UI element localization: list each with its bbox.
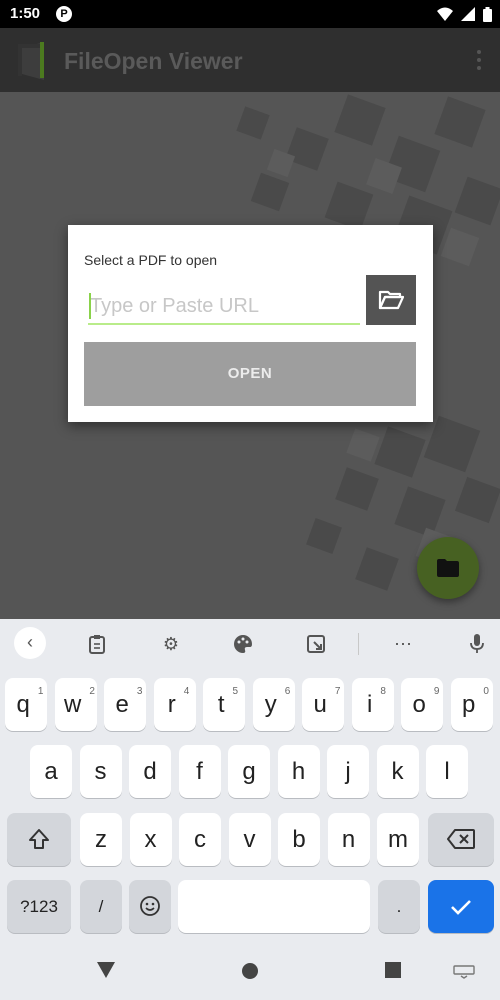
key-a[interactable]: a (30, 745, 72, 798)
gear-icon[interactable]: ⚙ (156, 629, 186, 659)
soft-keyboard: ‹ ⚙ ⋯ q1w2e3r4t5y6u7i8o9p0 asdfghjkl zxc… (0, 619, 500, 941)
status-bar: 1:50 P (0, 0, 500, 28)
fileopen-logo-icon (18, 42, 44, 80)
backspace-key[interactable] (428, 813, 494, 866)
key-label: p (462, 691, 476, 718)
key-hint: 1 (37, 686, 44, 697)
key-label: y (264, 691, 277, 718)
key-d[interactable]: d (129, 745, 171, 798)
key-i[interactable]: i8 (351, 678, 394, 731)
key-label: u (313, 691, 327, 718)
open-pdf-dialog: Select a PDF to open OPEN (68, 225, 433, 422)
palette-icon[interactable] (228, 629, 258, 659)
period-key[interactable]: . (378, 880, 420, 933)
key-k[interactable]: k (376, 745, 419, 798)
folder-open-icon (378, 290, 404, 310)
key-q[interactable]: q1 (5, 678, 47, 731)
key-hint: 7 (334, 686, 341, 697)
emoji-icon (140, 896, 160, 916)
recents-square-icon[interactable] (385, 962, 401, 978)
key-label: t (217, 691, 225, 718)
resize-icon[interactable] (301, 629, 331, 659)
key-m[interactable]: m (377, 813, 419, 866)
emoji-key[interactable] (129, 880, 171, 933)
symbols-key[interactable]: ?123 (7, 880, 71, 933)
key-hint: 3 (136, 686, 143, 697)
key-label: w (64, 691, 82, 718)
space-key[interactable] (178, 880, 370, 933)
key-p[interactable]: p0 (450, 678, 493, 731)
text-caret (89, 293, 91, 319)
key-o[interactable]: o9 (401, 678, 443, 731)
keyboard-switch-icon[interactable] (453, 965, 475, 979)
key-w[interactable]: w2 (54, 678, 97, 731)
open-file-fab[interactable] (417, 537, 479, 599)
battery-icon (483, 6, 492, 22)
home-circle-icon[interactable] (241, 962, 259, 980)
back-triangle-icon[interactable] (96, 961, 116, 979)
slash-key[interactable]: / (80, 880, 122, 933)
key-b[interactable]: b (278, 813, 320, 866)
enter-key[interactable] (428, 880, 494, 933)
app-title: FileOpen Viewer (64, 48, 243, 74)
mic-icon[interactable] (462, 629, 492, 659)
key-hint: 6 (284, 686, 291, 697)
status-icons (437, 6, 492, 22)
key-l[interactable]: l (426, 745, 468, 798)
clipboard-icon[interactable] (82, 629, 112, 659)
key-h[interactable]: h (277, 745, 320, 798)
key-x[interactable]: x (129, 813, 172, 866)
key-label: r (167, 691, 176, 718)
signal-icon (461, 7, 475, 21)
key-hint: 2 (89, 686, 95, 697)
key-z[interactable]: z (80, 813, 122, 866)
key-j[interactable]: j (327, 745, 369, 798)
shift-key[interactable] (7, 813, 71, 866)
key-s[interactable]: s (79, 745, 122, 798)
check-icon (451, 900, 471, 915)
key-g[interactable]: g (228, 745, 270, 798)
status-time: 1:50 (10, 5, 41, 22)
overflow-menu-icon[interactable] (476, 50, 482, 70)
key-hint: 8 (380, 686, 386, 697)
notification-app-icon: P (56, 6, 72, 22)
key-u[interactable]: u7 (302, 678, 344, 731)
shift-icon (29, 829, 49, 849)
key-r[interactable]: r4 (153, 678, 196, 731)
key-hint: 9 (433, 686, 440, 697)
url-input[interactable] (88, 289, 360, 325)
key-t[interactable]: t5 (203, 678, 245, 731)
browse-file-button[interactable] (366, 275, 416, 325)
back-icon[interactable]: ‹ (14, 627, 46, 659)
wifi-icon (437, 7, 453, 21)
open-button[interactable]: OPEN (84, 342, 416, 406)
key-hint: 0 (483, 686, 489, 697)
key-e[interactable]: e3 (104, 678, 146, 731)
keyboard-toolbar: ‹ ⚙ ⋯ (0, 619, 500, 669)
more-icon[interactable]: ⋯ (388, 629, 418, 659)
key-label: o (412, 691, 426, 718)
key-hint: 5 (232, 686, 239, 697)
key-v[interactable]: v (228, 813, 271, 866)
folder-icon (437, 559, 459, 577)
key-label: i (367, 691, 373, 718)
key-label: e (115, 691, 129, 718)
key-n[interactable]: n (327, 813, 370, 866)
key-c[interactable]: c (179, 813, 221, 866)
backspace-icon (447, 829, 475, 849)
key-y[interactable]: y6 (252, 678, 295, 731)
app-bar: FileOpen Viewer (0, 28, 500, 92)
navigation-bar (0, 941, 500, 1000)
key-label: q (16, 691, 30, 718)
dialog-label: Select a PDF to open (84, 252, 218, 268)
toolbar-divider (358, 633, 359, 655)
key-hint: 4 (183, 686, 190, 697)
key-f[interactable]: f (178, 745, 221, 798)
